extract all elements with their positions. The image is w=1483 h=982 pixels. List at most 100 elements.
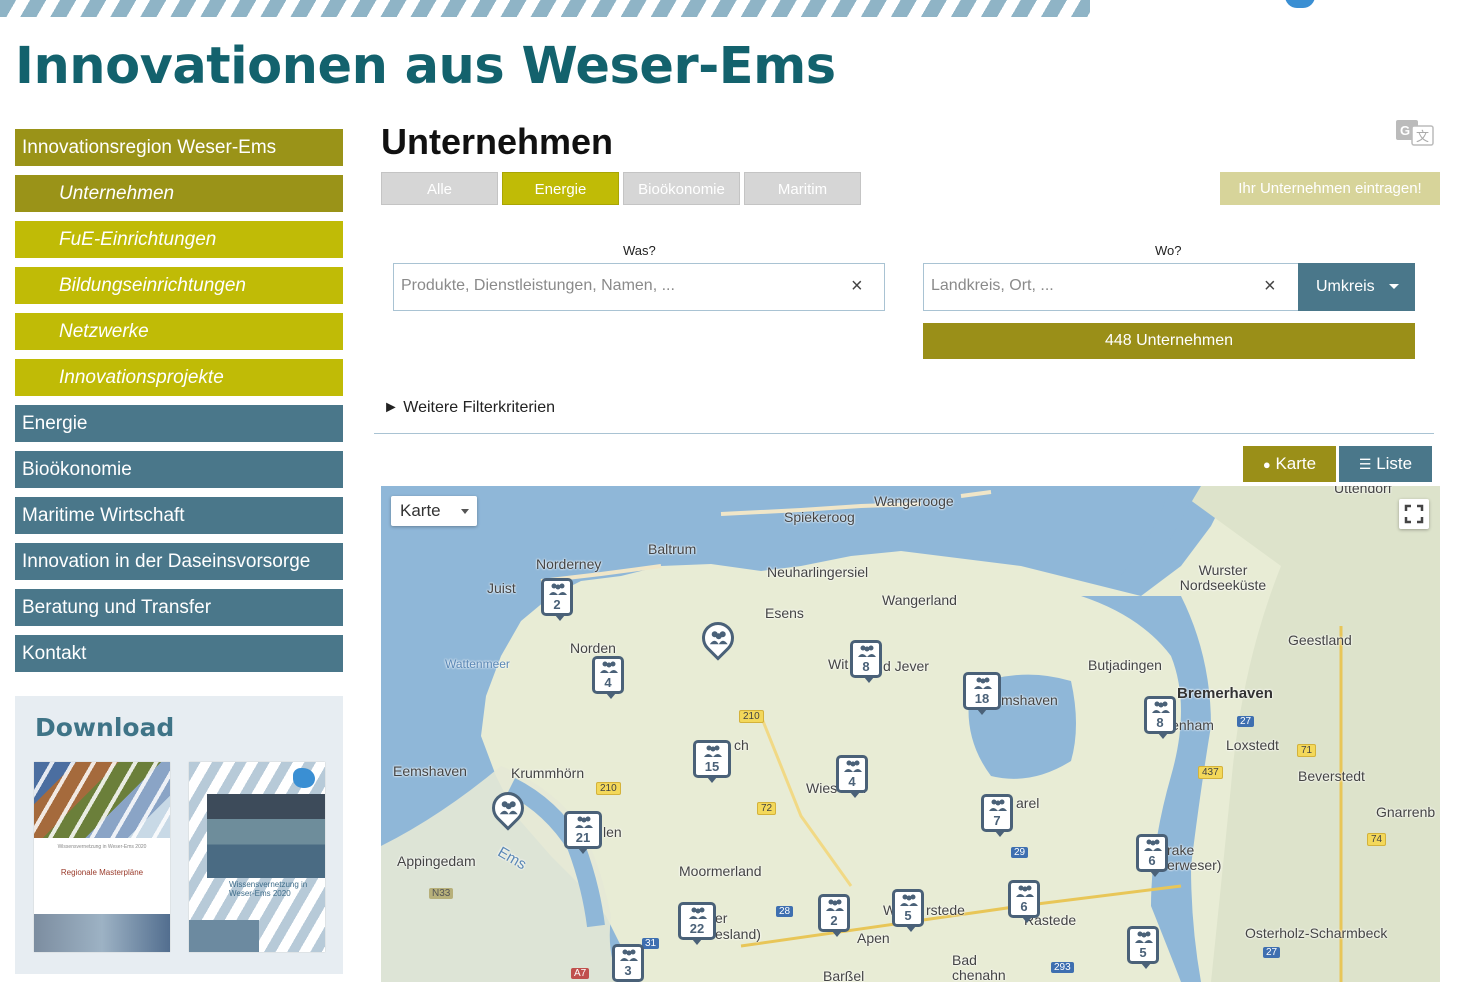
place-label: Wurster Nordseeküste — [1179, 562, 1267, 593]
masterplan-document-thumbnail[interactable]: Wissensvernetzung in Weser-Ems 2020 Regi… — [34, 762, 170, 952]
umkreis-dropdown[interactable]: Umkreis — [1298, 263, 1415, 311]
road-sign: 74 — [1367, 833, 1387, 846]
sidebar-item-bildung[interactable]: Bildungseinrichtungen — [15, 267, 343, 304]
place-label: Butjadingen — [1088, 657, 1162, 673]
place-label: er — [715, 910, 728, 926]
doc2-caption: Wissensvernetzung in Weser-Ems 2020 — [229, 880, 308, 898]
doc1-caption: Regionale Masterpläne — [60, 868, 144, 877]
company-cluster-marker[interactable]: 15 — [693, 740, 731, 783]
clear-was-icon[interactable]: × — [851, 275, 863, 298]
road-sign: 28 — [776, 906, 794, 917]
more-filters-toggle[interactable]: ► Weitere Filterkriterien — [383, 399, 555, 417]
place-label: esland) — [715, 926, 761, 942]
wissensvernetzung-document-thumbnail[interactable]: Wissensvernetzung in Weser-Ems 2020 — [189, 762, 325, 952]
fullscreen-icon[interactable] — [1399, 499, 1429, 529]
sidebar-item-kontakt[interactable]: Kontakt — [15, 635, 343, 672]
sidebar-item-innovationsprojekte[interactable]: Innovationsprojekte — [15, 359, 343, 396]
sidebar-item-unternehmen[interactable]: Unternehmen — [15, 175, 343, 212]
road-sign: 31 — [642, 938, 660, 949]
road-sign: A7 — [571, 968, 590, 979]
road-sign: N33 — [429, 888, 454, 899]
company-cluster-marker[interactable]: 5 — [892, 889, 924, 932]
sidebar-item-netzwerke[interactable]: Netzwerke — [15, 313, 343, 350]
page-title: Unternehmen — [381, 121, 614, 162]
company-cluster-marker[interactable]: 8 — [850, 640, 882, 683]
list-view-button[interactable]: ☰ Liste — [1339, 446, 1432, 482]
sidebar-item-innovationsregion[interactable]: Innovationsregion Weser-Ems — [15, 129, 343, 166]
umkreis-label: Umkreis — [1316, 278, 1375, 295]
map-pin-icon: ● — [1262, 457, 1271, 472]
place-label: len — [603, 824, 622, 840]
place-label: Geestland — [1288, 632, 1352, 648]
place-label: rake — [1167, 842, 1195, 858]
place-label: Bad — [952, 952, 977, 968]
place-label: Bremerhaven — [1177, 685, 1273, 702]
result-count-button[interactable]: 448 Unternehmen — [923, 323, 1415, 359]
company-cluster-marker[interactable]: 7 — [981, 794, 1013, 837]
place-label: d Jever — [883, 658, 929, 674]
region-logo-icon — [293, 768, 315, 788]
sidebar-item-daseinsvorsorge[interactable]: Innovation in der Daseinsvorsorge — [15, 543, 343, 580]
place-label: Wies — [806, 780, 838, 796]
place-label: erweser) — [1167, 857, 1222, 873]
wo-label: Wo? — [1155, 243, 1182, 258]
company-map[interactable]: Karte Wangerooge Spiekeroog Baltrum Nord… — [381, 486, 1440, 982]
enter-company-button[interactable]: Ihr Unternehmen eintragen! — [1220, 172, 1440, 205]
place-label: arel — [1016, 795, 1040, 811]
place-label: Gnarrenb — [1376, 804, 1436, 820]
company-cluster-marker[interactable]: 6 — [1008, 880, 1040, 923]
place-label: Appingedam — [397, 853, 476, 869]
place-label: Norderney — [536, 556, 602, 572]
place-label: ch — [734, 737, 749, 753]
divider — [374, 433, 1434, 434]
place-label: Esens — [765, 605, 804, 621]
doc1-subtitle: Wissensvernetzung in Weser-Ems 2020 — [57, 844, 147, 850]
place-label: Apen — [857, 930, 890, 946]
tab-alle[interactable]: Alle — [381, 172, 498, 205]
company-cluster-marker[interactable]: 21 — [564, 811, 602, 854]
clear-wo-icon[interactable]: × — [1264, 275, 1276, 298]
company-cluster-marker[interactable]: 2 — [541, 578, 573, 621]
was-search-input[interactable]: Produkte, Dienstleistungen, Namen, ... × — [393, 263, 885, 311]
company-cluster-marker[interactable]: 2 — [818, 894, 850, 937]
site-title: Innovationen aus Weser-Ems — [15, 37, 836, 96]
region-logo — [1285, 0, 1315, 8]
place-label: Wangerland — [882, 592, 957, 608]
list-icon: ☰ — [1358, 456, 1372, 472]
company-cluster-marker[interactable]: 6 — [1136, 834, 1168, 877]
tab-energie[interactable]: Energie — [502, 172, 619, 205]
road-sign: 72 — [757, 802, 777, 815]
map-view-button[interactable]: ● Karte — [1243, 446, 1336, 482]
company-cluster-marker[interactable]: 8 — [1144, 696, 1176, 739]
wo-search-input[interactable]: Landkreis, Ort, ... × — [923, 263, 1299, 311]
road-sign: 29 — [1011, 847, 1029, 858]
place-label: Barßel — [823, 968, 865, 982]
sidebar-item-fue[interactable]: FuE-Einrichtungen — [15, 221, 343, 258]
company-cluster-marker[interactable]: 4 — [836, 755, 868, 798]
sidebar-item-energie[interactable]: Energie — [15, 405, 343, 442]
place-label: Beverstedt — [1298, 768, 1365, 784]
company-cluster-marker[interactable]: 4 — [592, 656, 624, 699]
place-label: Loxstedt — [1226, 737, 1279, 753]
sidebar-item-beratung[interactable]: Beratung und Transfer — [15, 589, 343, 626]
translate-icon[interactable]: G 文 — [1396, 120, 1434, 146]
place-label: Neuharlingersiel — [767, 564, 869, 580]
tab-maritim[interactable]: Maritim — [744, 172, 861, 205]
wo-placeholder: Landkreis, Ort, ... — [931, 277, 1054, 294]
tab-biooekonomie[interactable]: Bioökonomie — [623, 172, 740, 205]
company-cluster-marker[interactable]: 3 — [612, 944, 644, 982]
company-cluster-marker[interactable]: 5 — [1127, 926, 1159, 969]
place-label: Norden — [570, 640, 616, 656]
place-label: rstede — [926, 902, 965, 918]
road-sign: 27 — [1237, 716, 1255, 727]
company-cluster-marker[interactable]: 22 — [678, 902, 716, 945]
road-sign: 27 — [1263, 947, 1281, 958]
company-cluster-marker[interactable]: 18 — [963, 672, 1001, 715]
sidebar-item-maritime[interactable]: Maritime Wirtschaft — [15, 497, 343, 534]
place-label: Uttendorf — [1334, 486, 1392, 496]
decorative-stripes — [0, 0, 1090, 17]
map-type-select[interactable]: Karte — [391, 496, 477, 526]
place-label: mshaven — [1001, 692, 1058, 708]
sidebar-item-biooekonomie[interactable]: Bioökonomie — [15, 451, 343, 488]
svg-text:文: 文 — [1416, 130, 1429, 145]
